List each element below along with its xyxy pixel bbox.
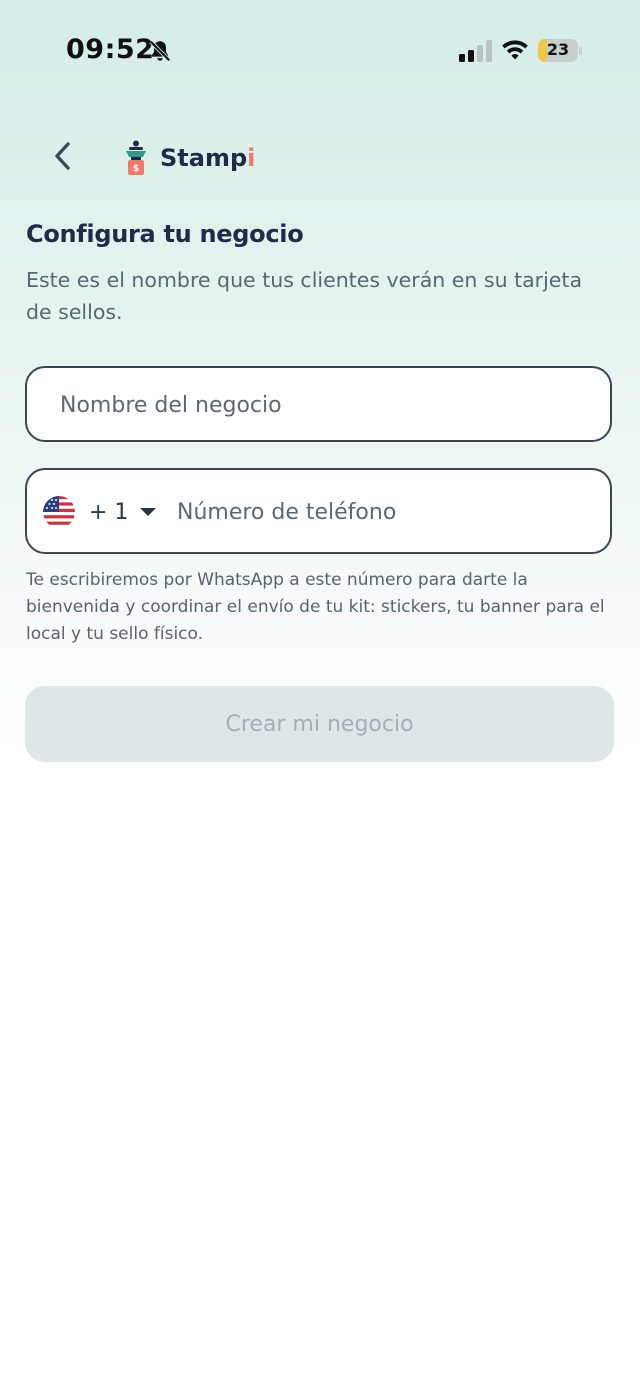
page-subtitle: Este es el nombre que tus clientes verán…: [26, 268, 583, 324]
status-time: 09:52: [66, 34, 155, 65]
cellular-signal-icon: [459, 40, 492, 62]
dial-code: + 1: [89, 499, 129, 525]
battery-charging-icon: 23: [538, 39, 584, 63]
country-code-picker[interactable]: + 1: [43, 490, 163, 534]
stamp-logo-icon: $: [126, 140, 146, 175]
page-title: Configura tu negocio: [26, 220, 304, 248]
chevron-left-icon: [55, 142, 70, 170]
svg-text:$: $: [133, 164, 139, 174]
business-name-field[interactable]: [25, 366, 612, 442]
back-button[interactable]: [44, 136, 84, 176]
phone-number-input[interactable]: [175, 470, 599, 554]
wifi-icon: [502, 40, 528, 60]
stampi-logo: $ Stampi: [122, 138, 255, 178]
logo-text: Stampi: [160, 144, 256, 172]
phone-field[interactable]: + 1: [25, 468, 612, 554]
business-name-input[interactable]: [58, 368, 582, 442]
caret-down-icon: [140, 508, 157, 516]
bell-slash-icon: [149, 40, 171, 62]
battery-level: 23: [546, 40, 570, 59]
create-business-button[interactable]: Crear mi negocio: [25, 686, 614, 762]
us-flag-icon: [43, 496, 75, 528]
whatsapp-helper-text: Te escribiremos por WhatsApp a este núme…: [26, 570, 605, 644]
status-bar: 09:52 23: [0, 0, 640, 100]
